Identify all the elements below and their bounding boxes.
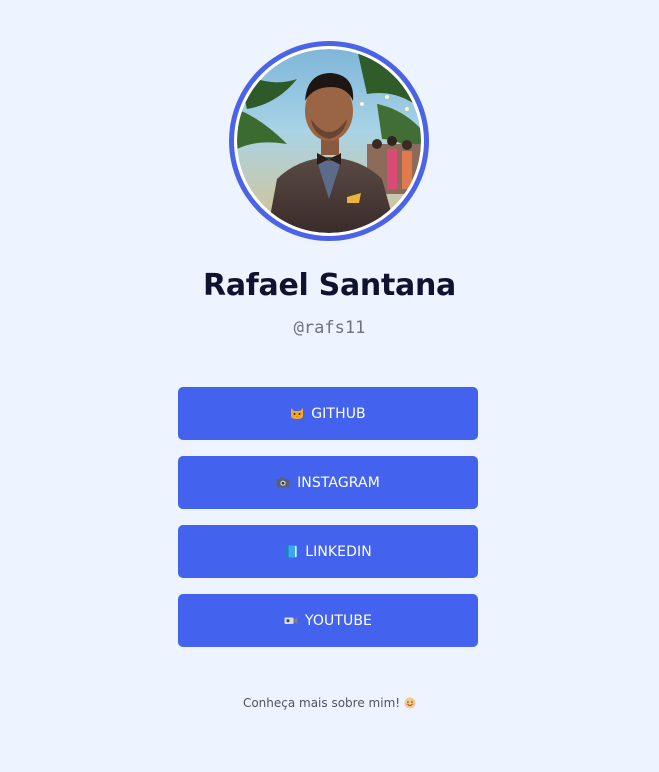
blue-book-icon [286,545,298,558]
profile-handle: @rafs11 [293,318,366,338]
youtube-label: YOUTUBE [304,612,372,629]
linkedin-label: LINKEDIN [305,543,372,560]
github-link-button[interactable]: GITHUB [178,387,478,440]
links-list: GITHUB INSTAGRAM LINKEDIN YOUTUBE [178,387,478,663]
instagram-link-button[interactable]: INSTAGRAM [178,456,478,509]
smiling-face-icon [404,697,416,709]
avatar-ring [229,41,429,241]
cat-face-icon [291,408,304,419]
video-camera-icon [284,617,298,624]
profile-page: Rafael Santana @rafs11 GITHUB INSTAGRAM [0,0,659,772]
profile-name: Rafael Santana [203,268,456,303]
youtube-link-button[interactable]: YOUTUBE [178,594,478,647]
footer-text: Conheça mais sobre mim! [242,696,401,710]
linkedin-link-button[interactable]: LINKEDIN [178,525,478,578]
github-label: GITHUB [311,405,366,422]
avatar [237,49,421,233]
footer: Conheça mais sobre mim! [0,696,659,710]
instagram-label: INSTAGRAM [297,474,380,491]
avatar-frame [234,46,424,236]
camera-icon [276,477,290,488]
